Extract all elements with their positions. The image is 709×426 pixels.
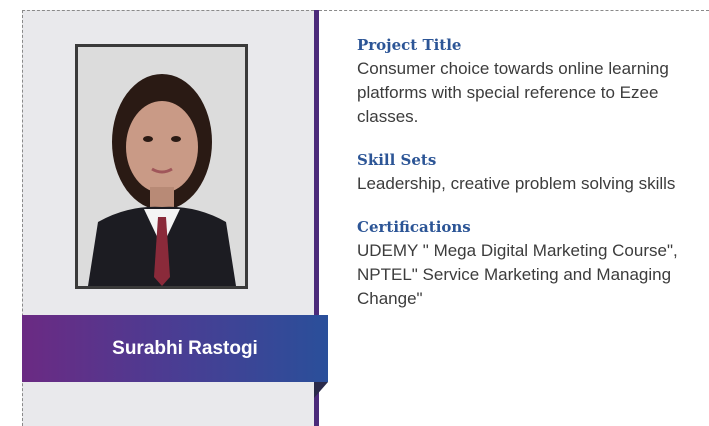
section-body: Consumer choice towards online learning … bbox=[357, 59, 669, 126]
section-heading: Project Title bbox=[357, 36, 462, 54]
profile-photo bbox=[75, 44, 248, 289]
skill-sets-section: Skill Sets Leadership, creative problem … bbox=[357, 151, 709, 196]
section-heading: Certifications bbox=[357, 218, 471, 236]
section-heading: Skill Sets bbox=[357, 151, 437, 169]
project-title-section: Project Title Consumer choice towards on… bbox=[357, 36, 709, 129]
details-column: Project Title Consumer choice towards on… bbox=[357, 36, 709, 333]
name-banner: Surabhi Rastogi bbox=[22, 315, 328, 382]
dashed-top-rule bbox=[319, 10, 709, 11]
section-body: Leadership, creative problem solving ski… bbox=[357, 174, 676, 193]
section-body: UDEMY " Mega Digital Marketing Course", … bbox=[357, 241, 678, 308]
person-name: Surabhi Rastogi bbox=[112, 337, 258, 359]
certifications-section: Certifications UDEMY " Mega Digital Mark… bbox=[357, 218, 709, 311]
banner-fold bbox=[314, 382, 328, 398]
